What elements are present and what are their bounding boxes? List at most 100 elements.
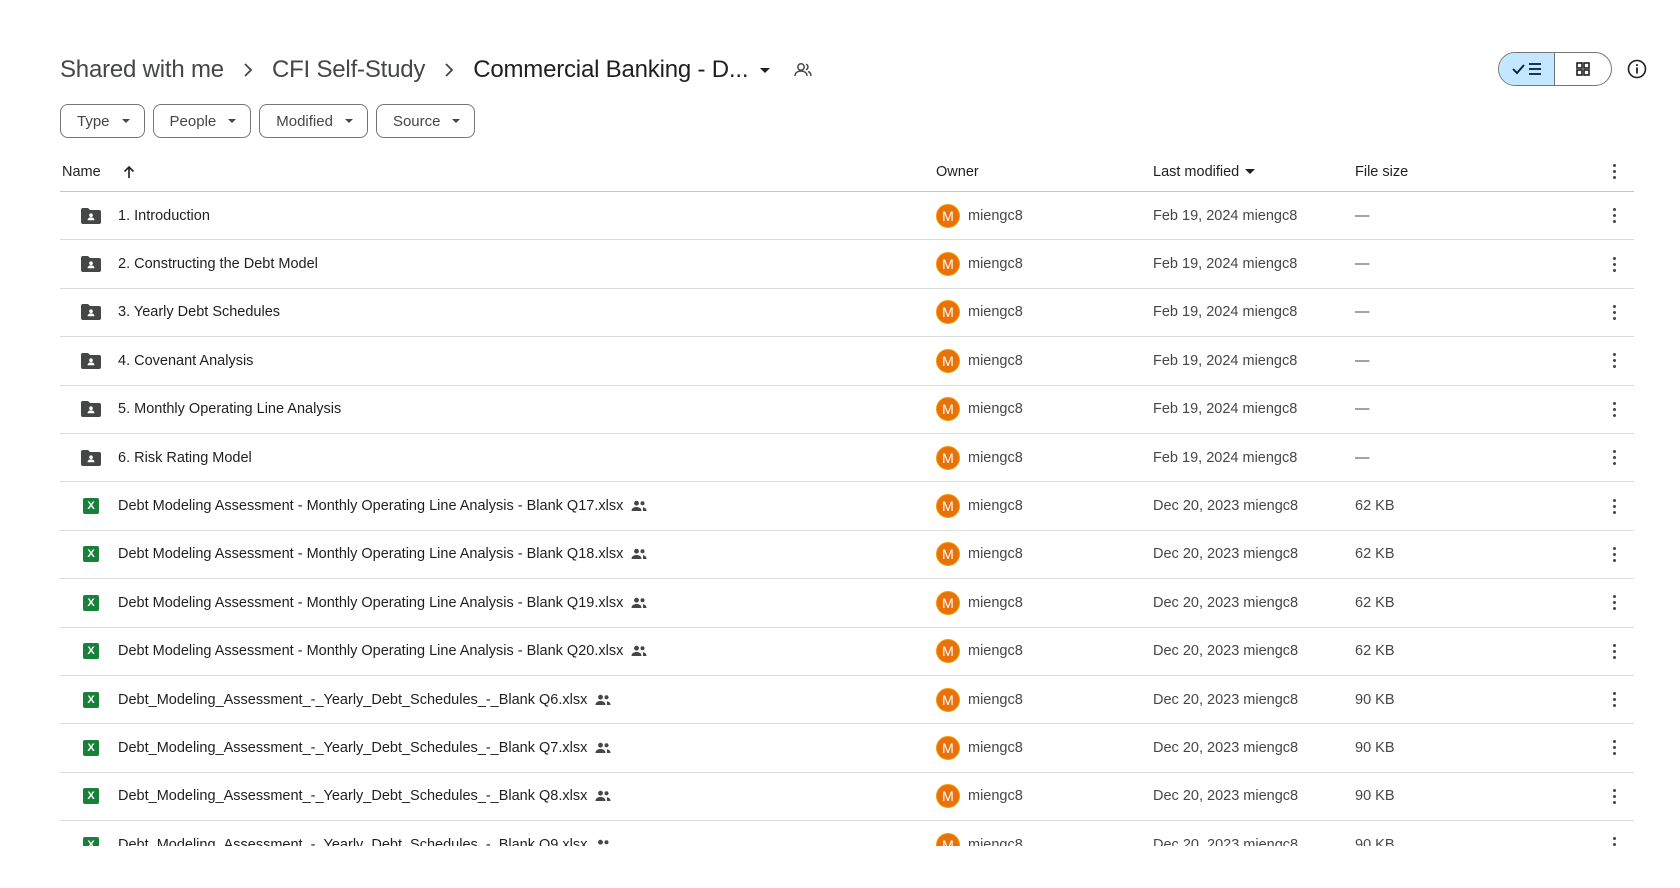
avatar[interactable]: M bbox=[936, 590, 960, 615]
more-actions-icon[interactable] bbox=[1594, 401, 1634, 417]
filter-modified-chip[interactable]: Modified bbox=[259, 104, 368, 138]
owner-cell: M miengc8 bbox=[936, 832, 1153, 846]
file-name[interactable]: 3. Yearly Debt Schedules bbox=[118, 304, 280, 320]
file-name[interactable]: Debt Modeling Assessment - Monthly Opera… bbox=[118, 546, 623, 562]
avatar[interactable]: M bbox=[936, 687, 960, 712]
file-name[interactable]: 6. Risk Rating Model bbox=[118, 450, 252, 466]
file-size: — bbox=[1355, 304, 1370, 321]
filter-label: Source bbox=[392, 112, 441, 130]
avatar[interactable]: M bbox=[936, 639, 960, 664]
table-row[interactable]: 1. Introduction M miengc8 Feb 19, 2024 m… bbox=[60, 192, 1634, 241]
file-name[interactable]: 4. Covenant Analysis bbox=[118, 353, 253, 369]
breadcrumb-current-folder[interactable]: Commercial Banking - D... bbox=[473, 56, 771, 84]
file-name[interactable]: 5. Monthly Operating Line Analysis bbox=[118, 401, 341, 417]
more-actions-icon[interactable] bbox=[1594, 692, 1634, 708]
name-column-header[interactable]: Name bbox=[60, 164, 936, 180]
view-toggle bbox=[1498, 52, 1612, 86]
file-size-cell: 90 KB bbox=[1355, 740, 1594, 756]
file-size-cell: 90 KB bbox=[1355, 692, 1594, 708]
file-size: 62 KB bbox=[1355, 546, 1395, 563]
table-row[interactable]: 5. Monthly Operating Line Analysis M mie… bbox=[60, 386, 1634, 434]
arrow-up-icon[interactable] bbox=[123, 165, 135, 179]
table-row[interactable]: X Debt Modeling Assessment - Monthly Ope… bbox=[60, 628, 1634, 676]
more-actions-icon[interactable] bbox=[1594, 546, 1634, 562]
shared-icon bbox=[595, 839, 611, 846]
more-actions-icon[interactable] bbox=[1594, 208, 1634, 224]
filter-people-chip[interactable]: People bbox=[152, 104, 252, 138]
table-row[interactable]: X Debt_Modeling_Assessment_-_Yearly_Debt… bbox=[60, 821, 1634, 846]
owner-cell: M miengc8 bbox=[936, 252, 1153, 277]
table-row[interactable]: X Debt Modeling Assessment - Monthly Ope… bbox=[60, 579, 1634, 628]
avatar[interactable]: M bbox=[936, 397, 960, 422]
file-name[interactable]: Debt_Modeling_Assessment_-_Yearly_Debt_S… bbox=[118, 692, 587, 708]
file-size-cell: — bbox=[1355, 401, 1594, 417]
file-name-cell: 1. Introduction bbox=[60, 205, 936, 227]
avatar[interactable]: M bbox=[936, 832, 960, 846]
more-actions-icon[interactable] bbox=[1594, 450, 1634, 466]
avatar[interactable]: M bbox=[936, 494, 960, 519]
file-name-cell: X Debt_Modeling_Assessment_-_Yearly_Debt… bbox=[60, 834, 936, 846]
file-name[interactable]: Debt_Modeling_Assessment_-_Yearly_Debt_S… bbox=[118, 788, 587, 804]
breadcrumb-cfi-self-study[interactable]: CFI Self-Study bbox=[272, 56, 425, 84]
owner-name: miengc8 bbox=[968, 498, 1023, 515]
avatar[interactable]: M bbox=[936, 784, 960, 809]
file-name[interactable]: Debt Modeling Assessment - Monthly Opera… bbox=[118, 643, 623, 659]
table-row[interactable]: X Debt_Modeling_Assessment_-_Yearly_Debt… bbox=[60, 724, 1634, 773]
avatar[interactable]: M bbox=[936, 252, 960, 277]
more-options-icon[interactable] bbox=[1594, 164, 1634, 179]
file-name-cell: X Debt Modeling Assessment - Monthly Ope… bbox=[60, 543, 936, 565]
avatar[interactable]: M bbox=[936, 735, 960, 760]
avatar[interactable]: M bbox=[936, 445, 960, 470]
avatar[interactable]: M bbox=[936, 203, 960, 228]
shared-folder-icon bbox=[80, 205, 102, 227]
more-actions-icon[interactable] bbox=[1594, 837, 1634, 846]
shared-folder-icon bbox=[80, 447, 102, 469]
file-name[interactable]: Debt_Modeling_Assessment_-_Yearly_Debt_S… bbox=[118, 740, 587, 756]
more-actions-icon[interactable] bbox=[1594, 788, 1634, 804]
avatar[interactable]: M bbox=[936, 300, 960, 325]
file-size-cell: — bbox=[1355, 208, 1594, 224]
grid-view-button[interactable] bbox=[1555, 53, 1611, 85]
table-row[interactable]: 6. Risk Rating Model M miengc8 Feb 19, 2… bbox=[60, 434, 1634, 483]
shared-people-icon[interactable] bbox=[794, 62, 813, 78]
file-size: — bbox=[1355, 256, 1370, 273]
column-label: Last modified bbox=[1153, 163, 1240, 180]
file-name[interactable]: Debt Modeling Assessment - Monthly Opera… bbox=[118, 595, 623, 611]
last-modified-column-header[interactable]: Last modified bbox=[1153, 164, 1355, 180]
shared-icon bbox=[631, 500, 647, 512]
table-row[interactable]: X Debt_Modeling_Assessment_-_Yearly_Debt… bbox=[60, 773, 1634, 822]
file-name[interactable]: Debt_Modeling_Assessment_-_Yearly_Debt_S… bbox=[118, 837, 587, 846]
shared-icon bbox=[595, 742, 611, 754]
table-row[interactable]: 3. Yearly Debt Schedules M miengc8 Feb 1… bbox=[60, 289, 1634, 338]
last-modified-cell: Dec 20, 2023 miengc8 bbox=[1153, 837, 1355, 846]
more-actions-icon[interactable] bbox=[1594, 353, 1634, 369]
more-actions-icon[interactable] bbox=[1594, 595, 1634, 611]
table-row[interactable]: 4. Covenant Analysis M miengc8 Feb 19, 2… bbox=[60, 337, 1634, 386]
caret-down-icon bbox=[760, 67, 771, 73]
more-actions-icon[interactable] bbox=[1594, 643, 1634, 659]
list-view-button[interactable] bbox=[1499, 53, 1555, 85]
file-name[interactable]: Debt Modeling Assessment - Monthly Opera… bbox=[118, 498, 623, 514]
table-row[interactable]: X Debt_Modeling_Assessment_-_Yearly_Debt… bbox=[60, 676, 1634, 725]
table-row[interactable]: X Debt Modeling Assessment - Monthly Ope… bbox=[60, 531, 1634, 580]
modified-date: Dec 20, 2023 miengc8 bbox=[1153, 691, 1299, 708]
more-actions-icon[interactable] bbox=[1594, 740, 1634, 756]
avatar[interactable]: M bbox=[936, 542, 960, 567]
more-actions-icon[interactable] bbox=[1594, 498, 1634, 514]
info-icon[interactable] bbox=[1624, 56, 1650, 82]
last-modified-cell: Dec 20, 2023 miengc8 bbox=[1153, 595, 1355, 611]
more-actions-icon[interactable] bbox=[1594, 304, 1634, 320]
breadcrumb-shared-with-me[interactable]: Shared with me bbox=[60, 56, 224, 84]
table-row[interactable]: 2. Constructing the Debt Model M miengc8… bbox=[60, 240, 1634, 289]
file-size-cell: 90 KB bbox=[1355, 837, 1594, 846]
file-name[interactable]: 1. Introduction bbox=[118, 208, 210, 224]
modified-date: Feb 19, 2024 miengc8 bbox=[1153, 449, 1298, 466]
table-row[interactable]: X Debt Modeling Assessment - Monthly Ope… bbox=[60, 482, 1634, 531]
file-name[interactable]: 2. Constructing the Debt Model bbox=[118, 256, 318, 272]
more-actions-icon[interactable] bbox=[1594, 256, 1634, 272]
filter-source-chip[interactable]: Source bbox=[375, 104, 476, 138]
modified-date: Feb 19, 2024 miengc8 bbox=[1153, 207, 1298, 224]
file-name-cell: 3. Yearly Debt Schedules bbox=[60, 301, 936, 323]
avatar[interactable]: M bbox=[936, 348, 960, 373]
filter-type-chip[interactable]: Type bbox=[60, 104, 145, 138]
